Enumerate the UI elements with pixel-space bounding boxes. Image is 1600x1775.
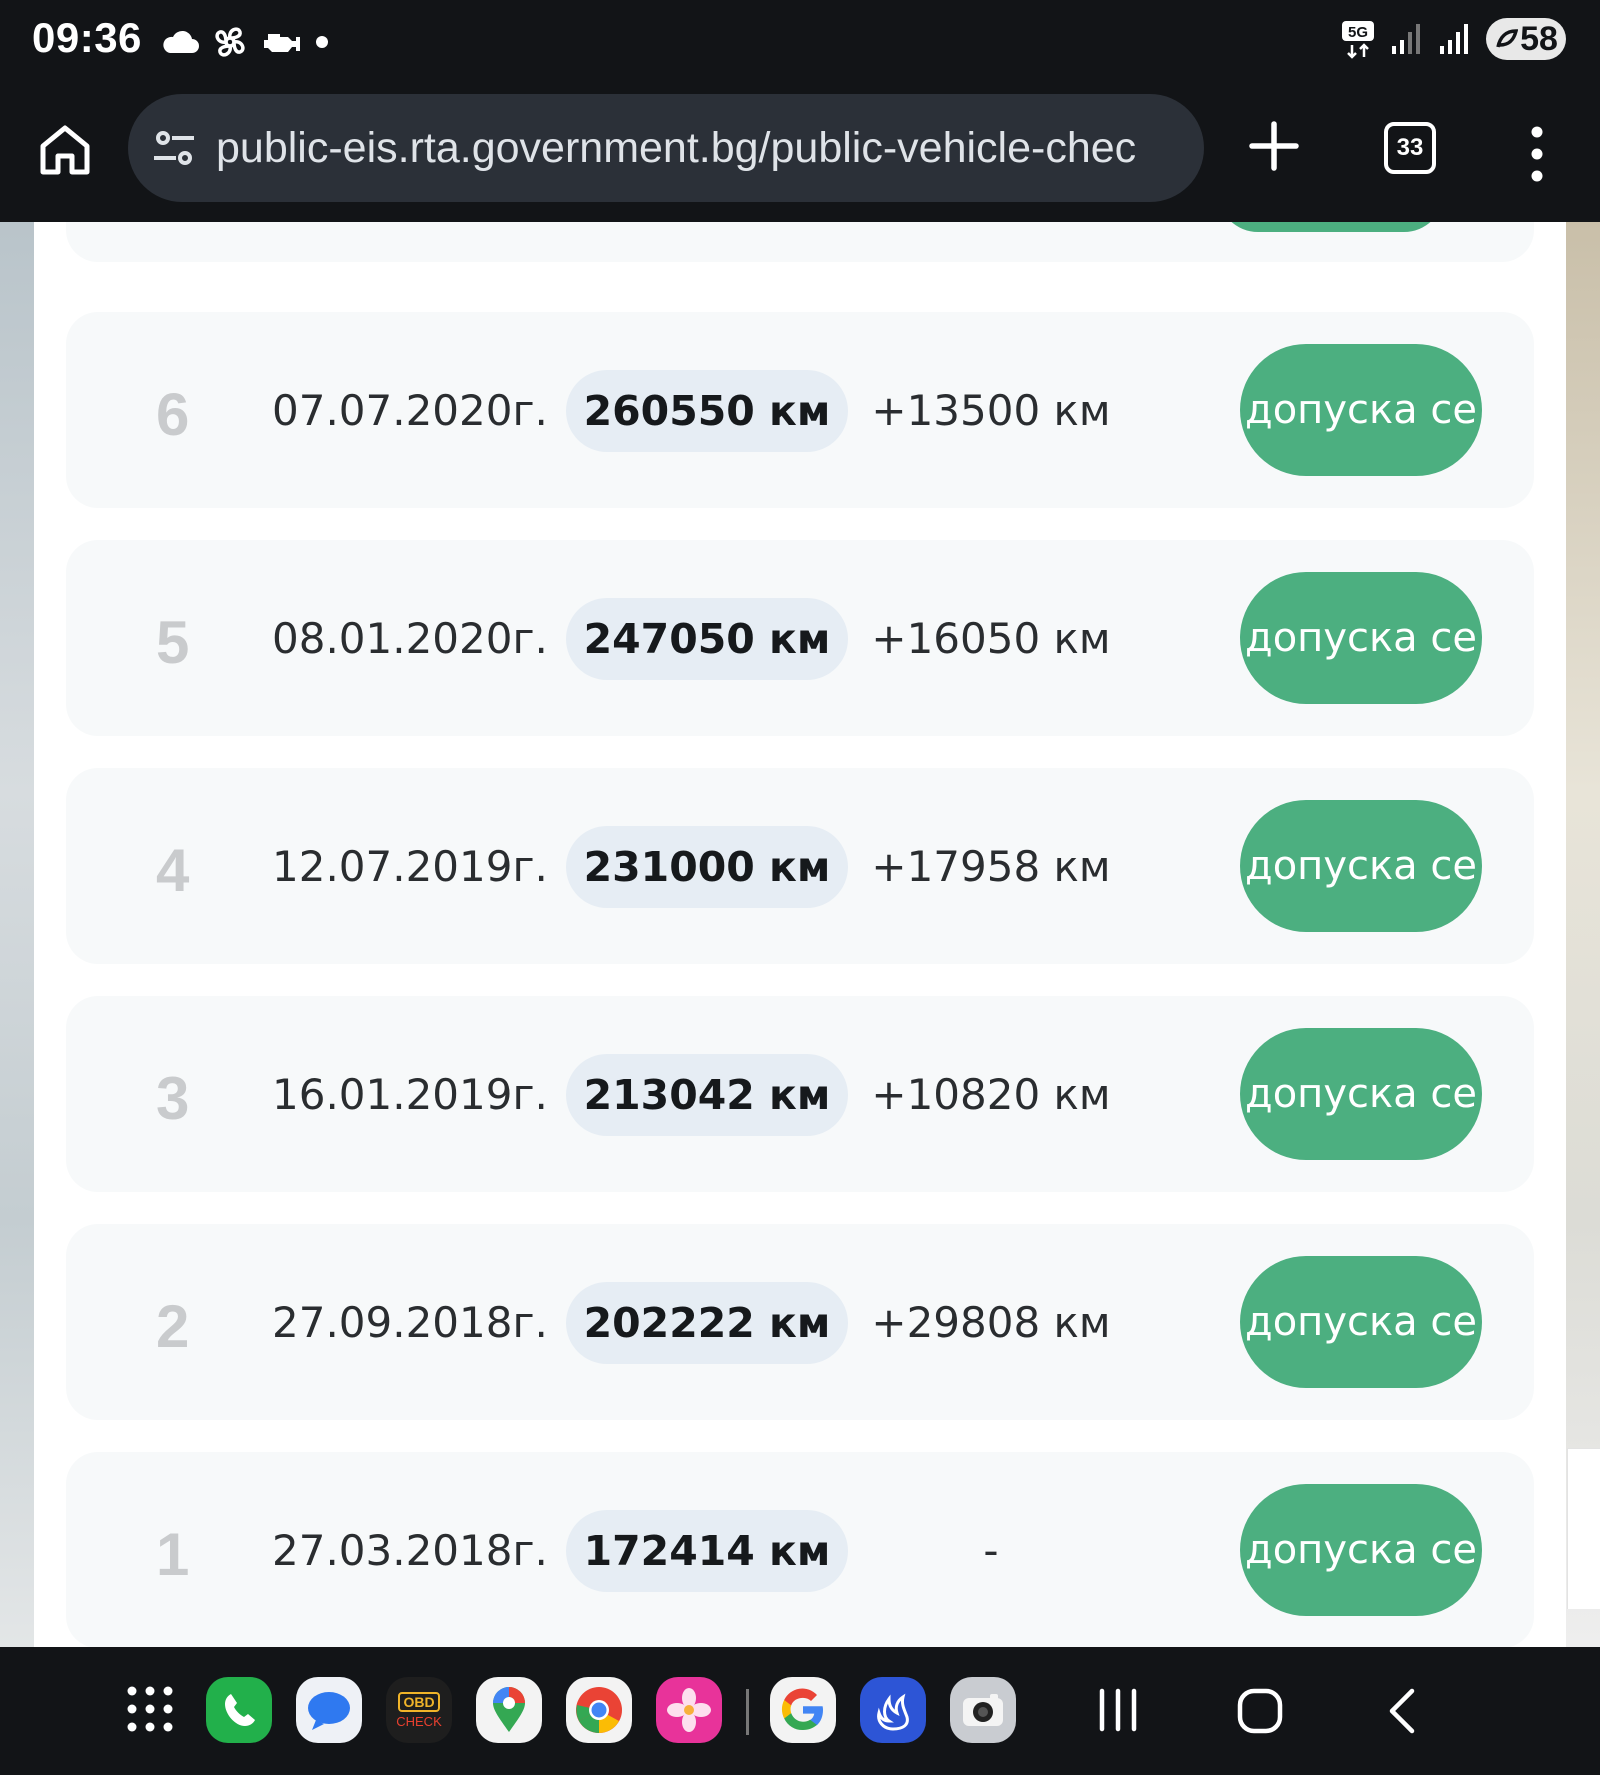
more-options-icon[interactable] bbox=[1520, 124, 1554, 184]
status-bar: 09:36 5G 58 bbox=[0, 0, 1600, 82]
status-time: 09:36 bbox=[32, 14, 142, 61]
row-number: 5 bbox=[156, 609, 190, 676]
home-icon[interactable] bbox=[36, 120, 94, 178]
cloud-icon bbox=[163, 30, 199, 53]
page-content: 6 07.07.2020г. 260550 км +13500 км допус… bbox=[34, 222, 1566, 1647]
phone-app-icon[interactable] bbox=[206, 1677, 272, 1743]
inspection-row: 4 12.07.2019г. 231000 км +17958 км допус… bbox=[66, 768, 1534, 964]
svg-text:5G: 5G bbox=[1348, 24, 1368, 41]
inspection-date: 07.07.2020г. bbox=[272, 386, 548, 435]
inspection-row: 1 27.03.2018г. 172414 км - допуска се bbox=[66, 1452, 1534, 1647]
signal-strong-icon bbox=[1440, 24, 1468, 54]
status-badge: допуска се bbox=[1240, 1256, 1482, 1388]
status-badge: допуска се bbox=[1240, 800, 1482, 932]
url-text[interactable]: public-eis.rta.government.bg/public-vehi… bbox=[216, 124, 1186, 173]
floating-side-panel bbox=[1567, 1448, 1600, 1609]
status-badge: допуска се bbox=[1240, 344, 1482, 476]
recent-apps-icon[interactable] bbox=[1096, 1687, 1140, 1733]
engine-icon bbox=[264, 34, 300, 52]
camera-app-icon[interactable] bbox=[950, 1677, 1016, 1743]
row-number: 3 bbox=[156, 1065, 190, 1132]
background-left-edge bbox=[0, 222, 34, 1647]
inspection-date: 27.03.2018г. bbox=[272, 1526, 548, 1575]
mileage-badge: 202222 км bbox=[566, 1282, 848, 1364]
inspection-date: 08.01.2020г. bbox=[272, 614, 548, 663]
status-badge: допуска се bbox=[1240, 572, 1482, 704]
inspection-row: 5 08.01.2020г. 247050 км +16050 км допус… bbox=[66, 540, 1534, 736]
inspection-row: 2 27.09.2018г. 202222 км +29808 км допус… bbox=[66, 1224, 1534, 1420]
google-app-icon[interactable] bbox=[770, 1677, 836, 1743]
5g-icon: 5G bbox=[1342, 21, 1374, 59]
obd-label: OBD bbox=[398, 1691, 440, 1712]
inspection-date: 12.07.2019г. bbox=[272, 842, 548, 891]
background-right-edge bbox=[1566, 222, 1600, 1647]
app-drawer-icon[interactable] bbox=[126, 1685, 174, 1733]
partial-status-badge bbox=[1218, 222, 1444, 232]
battery-indicator: 58 bbox=[1486, 18, 1566, 60]
row-number: 4 bbox=[156, 837, 190, 904]
mileage-difference: +17958 км bbox=[871, 842, 1111, 891]
chrome-app-icon[interactable] bbox=[566, 1677, 632, 1743]
site-settings-icon[interactable] bbox=[150, 124, 198, 172]
mileage-difference: - bbox=[983, 1526, 999, 1575]
mileage-difference: +13500 км bbox=[871, 386, 1111, 435]
inspection-date: 27.09.2018г. bbox=[272, 1298, 548, 1347]
mileage-badge: 213042 км bbox=[566, 1054, 848, 1136]
mileage-badge: 231000 км bbox=[566, 826, 848, 908]
mileage-difference: +10820 км bbox=[871, 1070, 1111, 1119]
mileage-badge: 247050 км bbox=[566, 598, 848, 680]
mileage-difference: +29808 км bbox=[871, 1298, 1111, 1347]
battery-level: 58 bbox=[1520, 19, 1558, 58]
back-icon[interactable] bbox=[1386, 1687, 1420, 1735]
inspection-date: 16.01.2019г. bbox=[272, 1070, 548, 1119]
row-number: 2 bbox=[156, 1293, 190, 1360]
inspection-row: 6 07.07.2020г. 260550 км +13500 км допус… bbox=[66, 312, 1534, 508]
browser-app-icon[interactable] bbox=[860, 1677, 926, 1743]
gallery-app-icon[interactable] bbox=[656, 1677, 722, 1743]
inspection-row: 3 16.01.2019г. 213042 км +10820 км допус… bbox=[66, 996, 1534, 1192]
fan-icon bbox=[215, 27, 245, 57]
row-number: 6 bbox=[156, 381, 190, 448]
obd-check-label: CHECK bbox=[396, 1713, 442, 1729]
home-nav-icon[interactable] bbox=[1236, 1687, 1284, 1735]
dot-icon bbox=[316, 36, 328, 48]
new-tab-icon[interactable] bbox=[1248, 120, 1300, 172]
status-badge: допуска се bbox=[1240, 1484, 1482, 1616]
row-number: 1 bbox=[156, 1521, 190, 1588]
signal-weak-icon bbox=[1392, 24, 1420, 54]
mileage-badge: 172414 км bbox=[566, 1510, 848, 1592]
obd-check-app-icon[interactable]: OBD CHECK bbox=[386, 1677, 452, 1743]
system-status-icons: 5G 58 bbox=[1340, 18, 1566, 60]
notification-icons bbox=[160, 22, 330, 62]
navigation-bar: OBD CHECK bbox=[0, 1647, 1600, 1775]
battery-saver-icon bbox=[1496, 29, 1519, 48]
tab-switcher-button[interactable]: 33 bbox=[1384, 122, 1436, 174]
maps-app-icon[interactable] bbox=[476, 1677, 542, 1743]
mileage-difference: +16050 км bbox=[871, 614, 1111, 663]
messages-app-icon[interactable] bbox=[296, 1677, 362, 1743]
mileage-badge: 260550 км bbox=[566, 370, 848, 452]
status-badge: допуска се bbox=[1240, 1028, 1482, 1160]
address-bar[interactable]: public-eis.rta.government.bg/public-vehi… bbox=[128, 94, 1204, 202]
dock-separator bbox=[746, 1689, 749, 1735]
browser-toolbar: public-eis.rta.government.bg/public-vehi… bbox=[0, 82, 1600, 222]
